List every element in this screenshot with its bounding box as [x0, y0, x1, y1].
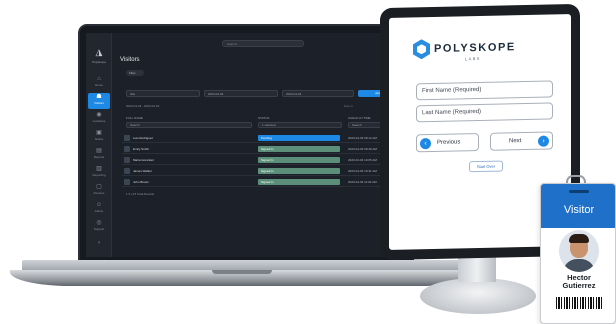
avatar	[124, 168, 130, 174]
chart-icon: ▥	[96, 166, 102, 172]
badge-slot	[569, 190, 589, 193]
sidebar-collapse-icon[interactable]: ›	[88, 239, 110, 255]
sidebar-item-support[interactable]: ◎ Support	[88, 219, 110, 235]
visitor-badge: Visitor Hector Gutierrez	[540, 183, 616, 324]
chevron-right-icon: ›	[538, 135, 549, 147]
app-sidebar: ◮ Polyskope ⌂ Home ☗ Visitors ◉ Locations ▣…	[86, 33, 112, 257]
home-icon: ⌂	[97, 76, 101, 82]
status-badge: Pending	[258, 135, 340, 141]
sidebar-item-home[interactable]: ⌂ Home	[88, 75, 110, 91]
sidebar-item-devices[interactable]: ▢ Devices	[88, 183, 110, 199]
sidebar-item-reporting[interactable]: ▥ Reporting	[88, 165, 110, 181]
column-header-name[interactable]: Full Name	[126, 116, 143, 120]
notice-icon: ▣	[96, 130, 102, 136]
status-badge: Signed In	[258, 146, 340, 152]
location-icon: ◉	[96, 112, 102, 118]
page-title: Visitors	[120, 57, 140, 63]
last-name-field[interactable]: Last Name (Required)	[416, 102, 553, 123]
laptop-notch	[212, 270, 272, 274]
laptop-screen: ◮ Polyskope ⌂ Home ☗ Visitors ◉ Locations ▣…	[86, 33, 406, 257]
table-row[interactable]: Maria Gonzalez Signed In 2023-04-03 10:05 …	[122, 155, 404, 165]
visitor-photo	[559, 230, 599, 272]
visitor-name: Hector Gutierrez	[562, 273, 596, 290]
visitors-icon: ☗	[96, 94, 102, 100]
app-logo-label: Polyskope	[92, 60, 106, 64]
support-icon: ◎	[96, 220, 102, 226]
first-name-field[interactable]: First Name (Required)	[416, 80, 553, 101]
badge-header: Visitor	[541, 184, 615, 228]
sidebar-item-visitors[interactable]: ☗ Visitors	[88, 93, 110, 109]
sidebar-item-locations[interactable]: ◉ Locations	[88, 111, 110, 127]
status-badge: Signed In	[258, 168, 340, 174]
barcode	[556, 297, 602, 309]
avatar	[124, 135, 130, 141]
search-input[interactable]: Search...	[222, 40, 304, 47]
status-badge: Signed In	[258, 179, 340, 185]
sidebar-item-notice[interactable]: ▣ Notice	[88, 129, 110, 145]
site-select[interactable]: Site	[126, 90, 200, 97]
avatar	[124, 146, 130, 152]
visitor-name-cell: Maria Gonzalez	[133, 158, 155, 162]
end-date-field[interactable]: 2023-04-04	[282, 90, 354, 97]
column-header-status[interactable]: Status	[258, 116, 269, 120]
status-badge: Signed In	[258, 157, 340, 163]
visitor-name-cell: Emily Smith	[133, 147, 149, 151]
avatar	[124, 157, 130, 163]
check-in-time-cell: 2023-04-03 09:12 AM	[348, 136, 377, 140]
polyskope-logo-icon	[413, 39, 430, 59]
pagination-info: 1-5 of 5 Total Results	[126, 192, 155, 196]
visitor-name-cell: James Walker	[133, 169, 152, 173]
status-filter-select[interactable]: 1 selected	[258, 122, 342, 128]
badge-title: Visitor	[563, 204, 595, 216]
table-row[interactable]: John Brown Signed In 2023-04-03 11:02 AM	[122, 177, 404, 187]
brand-subtitle: LABS	[465, 55, 481, 62]
laptop: ◮ Polyskope ⌂ Home ☗ Visitors ◉ Locations ▣…	[78, 24, 414, 262]
check-in-time-cell: 2023-04-03 09:40 AM	[348, 147, 377, 151]
previous-button[interactable]: ‹ Previous	[416, 133, 479, 153]
app-logo-icon: ◮	[95, 47, 103, 57]
sidebar-item-admin[interactable]: ☺ Admin	[88, 201, 110, 217]
start-date-field[interactable]: 2023-04-03	[204, 90, 278, 97]
tablet-stand-base	[420, 278, 536, 314]
visitor-name-cell: John Brown	[133, 180, 149, 184]
start-over-button[interactable]: Start Over	[469, 160, 503, 173]
device-icon: ▢	[96, 184, 102, 190]
export-link[interactable]: Export	[344, 104, 353, 108]
table-row[interactable]: Emily Smith Signed In 2023-04-03 09:40 AM	[122, 144, 404, 154]
visitor-name-cell: Luis Rodriguez	[133, 136, 154, 140]
filter-pill[interactable]: Filter	[126, 70, 144, 76]
reports-icon: ▤	[96, 148, 102, 154]
next-button[interactable]: Next ›	[490, 131, 553, 151]
table-row[interactable]: Luis Rodriguez Pending 2023-04-03 09:12 AM	[122, 133, 404, 143]
date-range-label: 2023-04-03 - 2023-04-04	[126, 104, 160, 108]
name-filter-input[interactable]: Search	[126, 122, 252, 128]
check-in-time-cell: 2023-04-03 11:02 AM	[348, 180, 377, 184]
table-row[interactable]: James Walker Signed In 2023-04-03 10:31 AM	[122, 166, 404, 176]
admin-icon: ☺	[95, 202, 103, 208]
check-in-time-cell: 2023-04-03 10:31 AM	[348, 169, 377, 173]
product-showcase: ◮ Polyskope ⌂ Home ☗ Visitors ◉ Locations ▣…	[0, 0, 616, 324]
brand-name: POLYSKOPE	[434, 41, 516, 55]
sidebar-item-reports[interactable]: ▤ Reports	[88, 147, 110, 163]
chevron-left-icon: ‹	[420, 138, 431, 150]
column-header-time[interactable]: Check-In Time	[348, 116, 370, 120]
avatar	[124, 179, 130, 185]
check-in-time-cell: 2023-04-03 10:05 AM	[348, 158, 377, 162]
